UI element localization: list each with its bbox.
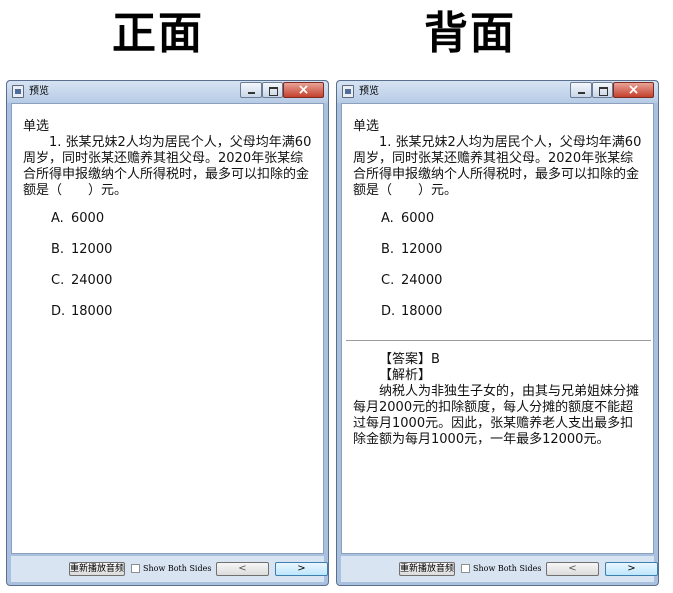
next-button[interactable]: > [605,562,658,576]
option-list: A. 6000 B. 12000 C. 24000 D. 18000 [23,209,314,333]
question-text: 1. 张某兄妹2人均为居民个人，父母均年满60周岁，同时张某还赡养其祖父母。20… [353,135,642,198]
card-content-area: 单选 1. 张某兄妹2人均为居民个人，父母均年满60周岁，同时张某还赡养其祖父母… [341,103,654,554]
bottom-toolbar: 重新播放音频 Show Both Sides < > [341,556,658,582]
question-type: 单选 [353,119,380,134]
minimize-icon[interactable] [240,82,262,98]
maximize-icon[interactable] [592,82,613,98]
close-icon[interactable] [283,82,324,98]
option-value: 6000 [71,211,105,226]
option-letter: D. [51,304,66,319]
preview-window-back: 预览 单选 1. 张某兄妹2人均为居民个人，父母均年满60周岁，同时张某还赡养其… [336,80,659,586]
analysis-text: 纳税人为非独生子女的，由其与兄弟姐妹分摊每月2000元的扣除额度，每人分摊的额度… [353,384,640,447]
close-icon[interactable] [613,82,654,98]
card-content-area: 单选 1. 张某兄妹2人均为居民个人，父母均年满60周岁，同时张某还赡养其祖父母… [11,103,324,554]
window-title: 预览 [359,86,379,97]
back-heading: 背面 [424,8,516,59]
option-list: A. 6000 B. 12000 C. 24000 D. 18000 [353,209,644,333]
replay-audio-button[interactable]: 重新播放音频 [69,562,125,576]
question-content: 单选 1. 张某兄妹2人均为居民个人，父母均年满60周岁，同时张某还赡养其祖父母… [23,119,314,333]
option-item: A. 6000 [353,209,644,240]
prev-button[interactable]: < [546,562,599,576]
option-item: C. 24000 [353,271,644,302]
option-value: 12000 [401,242,443,257]
front-heading: 正面 [112,8,204,59]
option-item: C. 24000 [23,271,314,302]
option-item: D. 18000 [23,302,314,333]
window-title: 预览 [29,86,49,97]
option-value: 18000 [401,304,443,319]
preview-window-front: 预览 单选 1. 张某兄妹2人均为居民个人，父母均年满60周岁，同时张某还赡养其… [6,80,329,586]
replay-audio-button[interactable]: 重新播放音频 [399,562,455,576]
option-item: A. 6000 [23,209,314,240]
show-both-sides-checkbox[interactable] [131,564,140,573]
app-icon [342,85,354,98]
option-letter: B. [51,242,65,257]
option-item: B. 12000 [23,240,314,271]
answer-block: 【答案】B 【解析】 [353,352,644,384]
title-bar[interactable]: 预览 [337,81,658,103]
next-button[interactable]: > [275,562,328,576]
answer-line: 【答案】B [379,352,440,367]
title-bar[interactable]: 预览 [7,81,328,103]
option-item: B. 12000 [353,240,644,271]
question-type: 单选 [23,119,50,134]
show-both-sides-label[interactable]: Show Both Sides [143,563,211,574]
app-icon [12,85,24,98]
option-item: D. 18000 [353,302,644,333]
option-value: 24000 [401,273,443,288]
option-value: 6000 [401,211,435,226]
option-letter: A. [381,211,394,226]
maximize-icon[interactable] [262,82,283,98]
analysis-title: 【解析】 [379,368,432,383]
prev-button[interactable]: < [216,562,269,576]
question-content: 单选 1. 张某兄妹2人均为居民个人，父母均年满60周岁，同时张某还赡养其祖父母… [346,119,651,448]
option-value: 12000 [71,242,113,257]
option-letter: C. [381,273,395,288]
answer-divider [346,340,651,341]
option-letter: B. [381,242,395,257]
question-text: 1. 张某兄妹2人均为居民个人，父母均年满60周岁，同时张某还赡养其祖父母。20… [23,135,312,198]
minimize-icon[interactable] [570,82,592,98]
option-value: 24000 [71,273,113,288]
option-letter: D. [381,304,396,319]
option-value: 18000 [71,304,113,319]
bottom-toolbar: 重新播放音频 Show Both Sides < > [11,556,328,582]
show-both-sides-checkbox[interactable] [461,564,470,573]
option-letter: A. [51,211,64,226]
option-letter: C. [51,273,65,288]
show-both-sides-label[interactable]: Show Both Sides [473,563,541,574]
